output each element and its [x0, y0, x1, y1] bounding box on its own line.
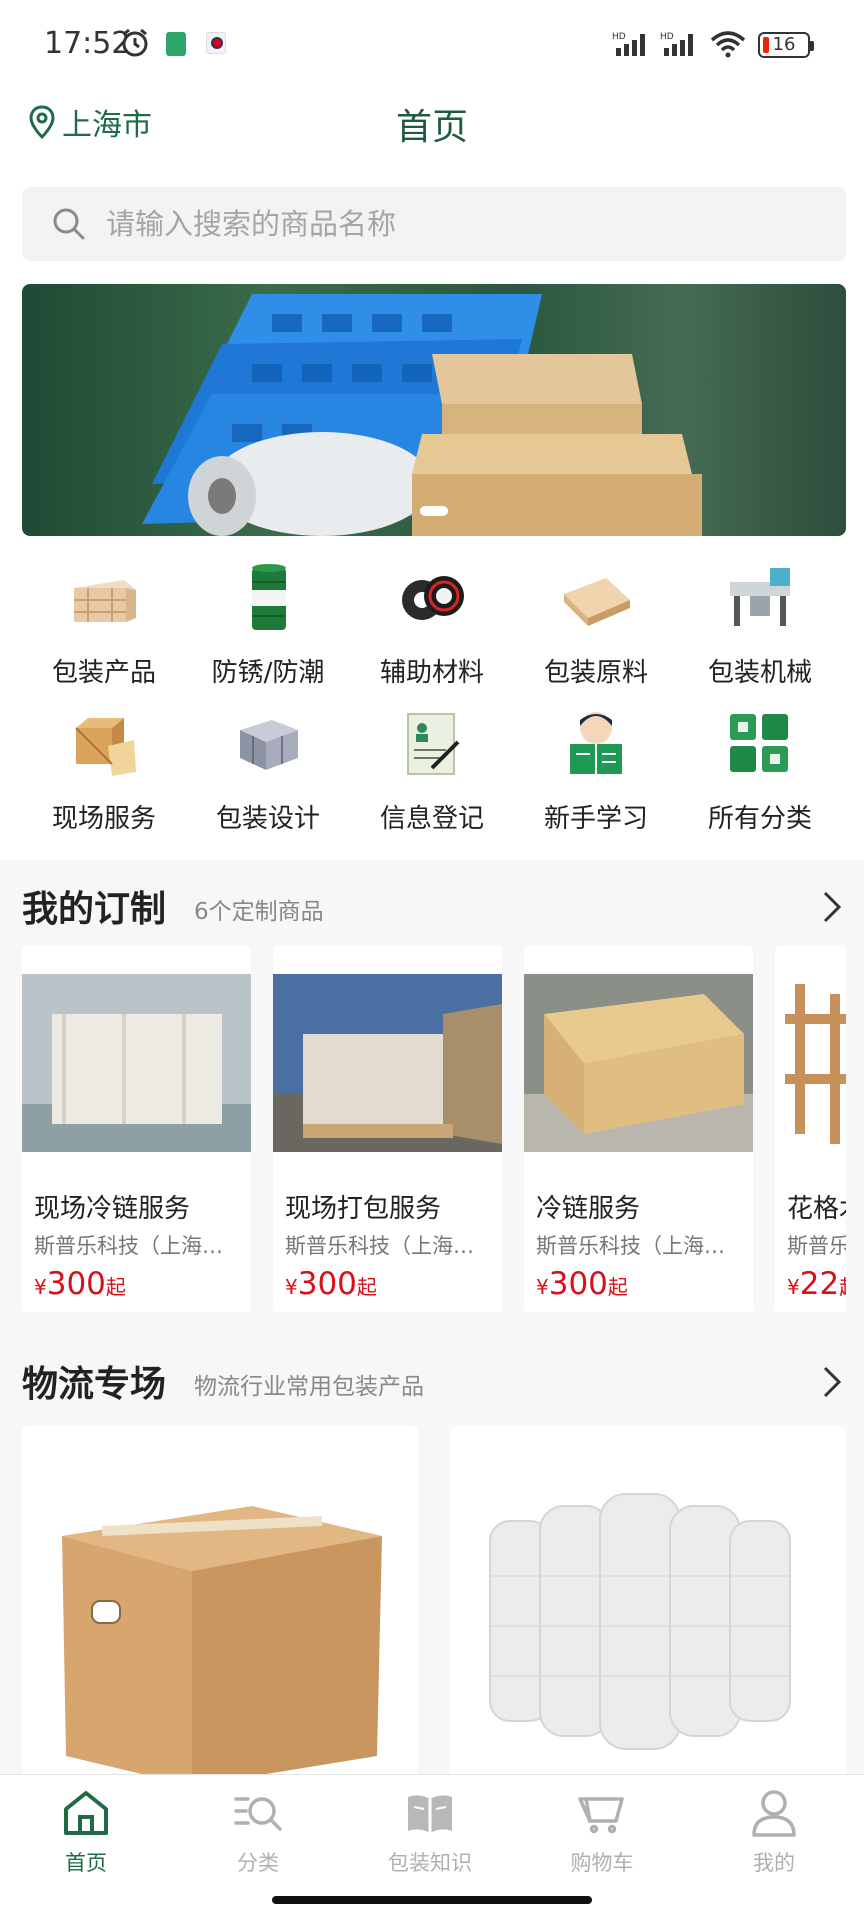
chevron-right-icon[interactable] [822, 890, 842, 924]
product-name: 花格木 [787, 1194, 846, 1224]
section-title: 物流专场 [22, 1364, 167, 1405]
search-input[interactable] [106, 187, 806, 261]
wifi-icon [710, 31, 746, 58]
cart-icon [578, 1797, 624, 1834]
category-packaging-products[interactable]: 包装产品 [22, 560, 186, 690]
banner-indicator-dot [420, 506, 448, 516]
product-price: ¥300起 [285, 1266, 377, 1302]
search-icon [53, 208, 85, 240]
category-onsite-service[interactable]: 现场服务 [22, 706, 186, 836]
registration-form-icon [407, 713, 460, 775]
nav-label: 分类 [237, 1851, 279, 1875]
banner-image [142, 294, 702, 536]
tape-rolls-image [489, 1493, 791, 1750]
nav-profile[interactable]: 我的 [688, 1787, 860, 1887]
product-price: ¥300起 [536, 1266, 628, 1302]
product-vendor: 斯普乐 [787, 1234, 846, 1258]
promo-banner[interactable] [22, 284, 846, 536]
product-name: 现场打包服务 [285, 1194, 442, 1224]
page-title: 首页 [395, 107, 468, 148]
category-anti-rust[interactable]: 防锈/防潮 [186, 560, 350, 690]
category-raw-materials[interactable]: 包装原料 [514, 560, 678, 690]
chevron-right-icon[interactable] [822, 1365, 842, 1399]
profile-icon [752, 1790, 796, 1837]
category-label: 现场服务 [51, 804, 156, 834]
pallet-boxes-icon [240, 720, 298, 770]
custom-product-card[interactable]: 花格木 斯普乐 ¥22起 [775, 946, 846, 1312]
custom-product-card[interactable]: 现场冷链服务 斯普乐科技（上海… ¥300起 [22, 946, 251, 1312]
learner-icon [570, 712, 622, 774]
app-notification-icon [166, 32, 186, 56]
product-image [775, 974, 846, 1152]
app-header: 上海市 首页 [0, 86, 864, 174]
category-label: 包装设计 [215, 804, 320, 834]
product-vendor: 斯普乐科技（上海… [285, 1234, 474, 1258]
tape-rolls-icon [402, 576, 464, 620]
oil-drum-icon [252, 564, 286, 630]
nav-label: 我的 [753, 1851, 795, 1875]
logistics-product-card[interactable] [450, 1426, 846, 1786]
alarm-icon [122, 28, 148, 57]
boxes-icon [75, 718, 136, 776]
category-label: 信息登记 [379, 804, 484, 834]
home-indicator [272, 1896, 592, 1904]
status-bar: 17:52 HD HD 16 [0, 0, 864, 86]
nav-home[interactable]: 首页 [0, 1787, 172, 1887]
category-label: 辅助材料 [379, 658, 484, 688]
product-vendor: 斯普乐科技（上海… [34, 1234, 223, 1258]
nav-label: 包装知识 [388, 1851, 472, 1875]
category-packaging-machinery[interactable]: 包装机械 [678, 560, 842, 690]
category-label: 新手学习 [543, 804, 648, 834]
product-name: 冷链服务 [536, 1194, 641, 1224]
nav-label: 首页 [65, 1851, 107, 1875]
logistics-product-card[interactable] [22, 1426, 418, 1786]
nav-cart[interactable]: 购物车 [516, 1787, 688, 1887]
wood-boards-icon [564, 578, 630, 626]
product-vendor: 斯普乐科技（上海… [536, 1234, 725, 1258]
book-icon [408, 1795, 452, 1833]
product-name: 现场冷链服务 [34, 1194, 191, 1224]
nav-knowledge[interactable]: 包装知识 [344, 1787, 516, 1887]
product-price: ¥300起 [34, 1266, 126, 1302]
category-label: 所有分类 [707, 804, 812, 834]
search-bar[interactable] [22, 187, 846, 261]
svg-text:HD: HD [660, 32, 674, 42]
category-label: 包装原料 [543, 658, 648, 688]
product-image [524, 974, 753, 1152]
cell-signal-icon: HD [612, 32, 645, 56]
category-auxiliary-materials[interactable]: 辅助材料 [350, 560, 514, 690]
category-beginner-learning[interactable]: 新手学习 [514, 706, 678, 836]
wooden-crate-icon [74, 580, 136, 622]
section-subtitle: 6个定制商品 [194, 899, 324, 925]
category-label: 防锈/防潮 [211, 658, 325, 688]
custom-product-card[interactable]: 现场打包服务 斯普乐科技（上海… ¥300起 [273, 946, 502, 1312]
logistics-section-header[interactable]: 物流专场 物流行业常用包装产品 [22, 1355, 842, 1415]
category-label: 包装机械 [707, 658, 812, 688]
battery-indicator: 16 [758, 32, 814, 58]
home-icon [64, 1791, 108, 1835]
all-categories-icon [730, 714, 788, 772]
section-subtitle: 物流行业常用包装产品 [194, 1374, 424, 1400]
app-notification-icon-2 [206, 32, 226, 54]
nav-label: 购物车 [570, 1851, 634, 1875]
custom-section-header[interactable]: 我的订制 6个定制商品 [22, 880, 842, 940]
category-info-registration[interactable]: 信息登记 [350, 706, 514, 836]
category-label: 包装产品 [51, 658, 156, 688]
cell-signal-icon-2: HD [660, 32, 693, 56]
svg-text:HD: HD [612, 32, 626, 42]
machine-icon [730, 568, 790, 626]
cardboard-box-image [62, 1506, 382, 1786]
nav-category[interactable]: 分类 [172, 1787, 344, 1887]
product-price: ¥22起 [787, 1266, 846, 1302]
section-title: 我的订制 [22, 889, 167, 930]
category-all-categories[interactable]: 所有分类 [678, 706, 842, 836]
status-time: 17:52 [44, 26, 131, 61]
product-image [273, 974, 502, 1152]
custom-product-card[interactable]: 冷链服务 斯普乐科技（上海… ¥300起 [524, 946, 753, 1312]
product-image [22, 974, 251, 1152]
category-packaging-design[interactable]: 包装设计 [186, 706, 350, 836]
category-search-icon [234, 1797, 282, 1831]
